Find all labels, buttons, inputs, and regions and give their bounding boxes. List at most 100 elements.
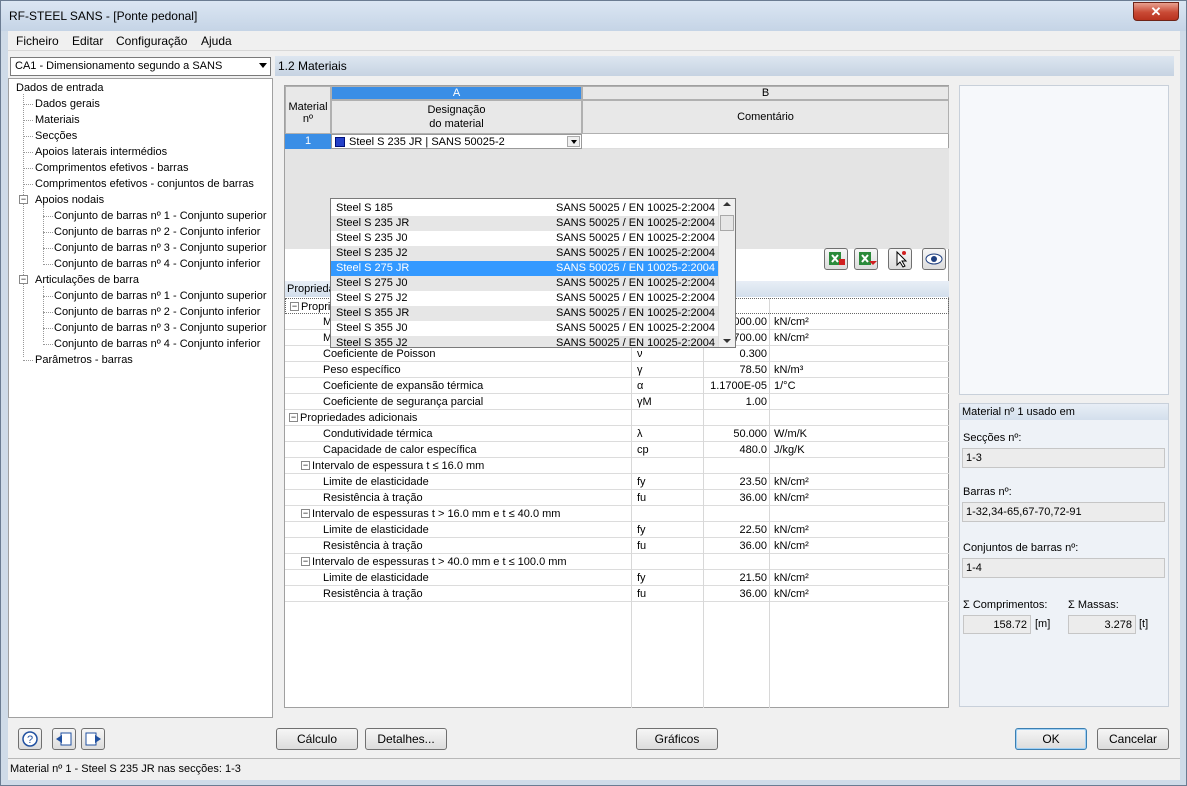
tree-item-dados-gerais[interactable]: Dados gerais: [35, 98, 100, 110]
property-symbol: ν: [637, 348, 643, 360]
column-b-header[interactable]: B: [582, 86, 949, 100]
view-eye-icon[interactable]: [922, 248, 946, 270]
close-button[interactable]: ✕: [1133, 2, 1179, 21]
group-label: Intervalo de espessuras t > 40.0 mm e t …: [312, 556, 567, 568]
tree-item-artic-set-2[interactable]: Conjunto de barras nº 2 - Conjunto infer…: [54, 306, 260, 318]
property-unit: W/m/K: [774, 428, 807, 440]
property-label: Condutividade térmica: [323, 428, 433, 440]
menu-configuracao[interactable]: Configuração: [116, 34, 187, 48]
property-value[interactable]: 36.00: [705, 492, 767, 504]
property-unit: kN/cm²: [774, 572, 809, 584]
dropdown-option[interactable]: Steel S 355 J2 SANS 50025 / EN 10025-2:20…: [331, 336, 719, 347]
property-value[interactable]: 480.0: [705, 444, 767, 456]
dropdown-option[interactable]: Steel S 355 JR SANS 50025 / EN 10025-2:20…: [331, 306, 719, 321]
tree-item-comp-conjuntos[interactable]: Comprimentos efetivos - conjuntos de bar…: [35, 178, 254, 190]
tree-item-articulacoes[interactable]: Articulações de barra: [35, 274, 139, 286]
collapse-icon[interactable]: −: [301, 509, 310, 518]
collapse-icon[interactable]: −: [301, 557, 310, 566]
property-unit: kN/cm²: [774, 588, 809, 600]
dropdown-option[interactable]: Steel S 235 JR SANS 50025 / EN 10025-2:20…: [331, 216, 719, 231]
option-name: Steel S 235 J2: [336, 247, 408, 259]
property-group[interactable]: − Intervalo de espessuras t > 16.0 mm e t…: [285, 506, 949, 522]
property-value[interactable]: 23.50: [705, 476, 767, 488]
property-group[interactable]: − Propriedades adicionais: [285, 410, 949, 426]
dropdown-option[interactable]: Steel S 235 J0 SANS 50025 / EN 10025-2:20…: [331, 231, 719, 246]
scroll-down-icon[interactable]: [723, 339, 731, 343]
usage-box: Material nº 1 usado em Secções nº: 1-3 B…: [959, 403, 1169, 707]
title-bar: RF-STEEL SANS - [Ponte pedonal] ✕: [1, 1, 1186, 31]
menu-ficheiro[interactable]: Ficheiro: [16, 34, 59, 48]
dropdown-option[interactable]: Steel S 235 J2 SANS 50025 / EN 10025-2:20…: [331, 246, 719, 261]
previous-table-icon[interactable]: [52, 728, 76, 750]
dropdown-option[interactable]: Steel S 275 J2 SANS 50025 / EN 10025-2:20…: [331, 291, 719, 306]
collapse-icon[interactable]: −: [19, 275, 28, 284]
collapse-icon[interactable]: −: [289, 413, 298, 422]
property-value[interactable]: 36.00: [705, 588, 767, 600]
design-case-select[interactable]: CA1 - Dimensionamento segundo a SANS: [10, 57, 271, 76]
menu-ajuda[interactable]: Ajuda: [201, 34, 232, 48]
property-symbol: fu: [637, 588, 647, 600]
material-dropdown-list[interactable]: Steel S 185 SANS 50025 / EN 10025-2:2004 S…: [330, 198, 736, 348]
tree-root[interactable]: Dados de entrada: [16, 82, 103, 94]
graphics-button[interactable]: Gráficos: [636, 728, 718, 750]
calculation-button[interactable]: Cálculo: [276, 728, 358, 750]
option-norm: SANS 50025 / EN 10025-2:2004: [556, 322, 716, 334]
tree-item-artic-set-3[interactable]: Conjunto de barras nº 3 - Conjunto super…: [54, 322, 267, 334]
tree-item-apoios-laterais[interactable]: Apoios laterais intermédios: [35, 146, 167, 158]
tree-item-apoios-set-3[interactable]: Conjunto de barras nº 3 - Conjunto super…: [54, 242, 267, 254]
collapse-icon[interactable]: −: [301, 461, 310, 470]
dropdown-option[interactable]: Steel S 185 SANS 50025 / EN 10025-2:2004: [331, 201, 719, 216]
column-a-header[interactable]: A: [331, 86, 582, 100]
option-name: Steel S 275 J0: [336, 277, 408, 289]
tree-item-materiais[interactable]: Materiais: [35, 114, 80, 126]
property-value[interactable]: 36.00: [705, 540, 767, 552]
tree-item-artic-set-4[interactable]: Conjunto de barras nº 4 - Conjunto infer…: [54, 338, 260, 350]
excel-import-icon[interactable]: [824, 248, 848, 270]
tree-item-apoios-set-4[interactable]: Conjunto de barras nº 4 - Conjunto infer…: [54, 258, 260, 270]
excel-export-icon[interactable]: [854, 248, 878, 270]
property-value[interactable]: 50.000: [705, 428, 767, 440]
row-number[interactable]: 1: [285, 134, 331, 149]
property-unit: kN/cm²: [774, 524, 809, 536]
collapse-icon[interactable]: −: [290, 302, 299, 311]
material-value: Steel S 235 JR | SANS 50025-2: [349, 136, 505, 148]
property-row: Capacidade de calor específica cp 480.0 J/k…: [285, 442, 949, 458]
cancel-button[interactable]: Cancelar: [1097, 728, 1169, 750]
dropdown-option[interactable]: Steel S 355 J0 SANS 50025 / EN 10025-2:20…: [331, 321, 719, 336]
material-select[interactable]: Steel S 235 JR | SANS 50025-2: [331, 134, 582, 149]
property-value[interactable]: 21.50: [705, 572, 767, 584]
help-icon[interactable]: ?: [18, 728, 42, 750]
group-label: Intervalo de espessuras t > 16.0 mm e t …: [312, 508, 561, 520]
dropdown-scrollbar[interactable]: [718, 199, 735, 347]
tree-item-apoios-nodais[interactable]: Apoios nodais: [35, 194, 104, 206]
tree-item-apoios-set-1[interactable]: Conjunto de barras nº 1 - Conjunto super…: [54, 210, 267, 222]
property-value[interactable]: 1.00: [705, 396, 767, 408]
dropdown-option[interactable]: Steel S 275 JR SANS 50025 / EN 10025-2:20…: [331, 261, 719, 276]
property-value[interactable]: 0.300: [705, 348, 767, 360]
scroll-thumb[interactable]: [720, 215, 734, 231]
property-group[interactable]: − Intervalo de espessuras t > 40.0 mm e t…: [285, 554, 949, 570]
next-table-icon[interactable]: [81, 728, 105, 750]
members-value: 1-32,34-65,67-70,72-91: [962, 502, 1165, 522]
tree-item-comp-barras[interactable]: Comprimentos efetivos - barras: [35, 162, 188, 174]
sets-label: Conjuntos de barras nº:: [963, 542, 1079, 554]
ok-button[interactable]: OK: [1015, 728, 1087, 750]
select-pointer-icon[interactable]: [888, 248, 912, 270]
property-value[interactable]: 78.50: [705, 364, 767, 376]
tree-item-seccoes[interactable]: Secções: [35, 130, 77, 142]
property-group[interactable]: − Intervalo de espessura t ≤ 16.0 mm: [285, 458, 949, 474]
property-value[interactable]: 1.1700E-05: [705, 380, 767, 392]
tree-item-apoios-set-2[interactable]: Conjunto de barras nº 2 - Conjunto infer…: [54, 226, 260, 238]
collapse-icon[interactable]: −: [19, 195, 28, 204]
scroll-up-icon[interactable]: [723, 202, 731, 206]
svg-text:?: ?: [27, 734, 33, 746]
comment-cell[interactable]: [582, 134, 949, 149]
menu-editar[interactable]: Editar: [72, 34, 103, 48]
details-button[interactable]: Detalhes...: [365, 728, 447, 750]
tree-item-artic-set-1[interactable]: Conjunto de barras nº 1 - Conjunto super…: [54, 290, 267, 302]
dropdown-option[interactable]: Steel S 275 J0 SANS 50025 / EN 10025-2:20…: [331, 276, 719, 291]
chevron-down-icon[interactable]: [567, 136, 580, 147]
tree-item-parametros[interactable]: Parâmetros - barras: [35, 354, 133, 366]
option-name: Steel S 355 JR: [336, 307, 410, 319]
property-value[interactable]: 22.50: [705, 524, 767, 536]
